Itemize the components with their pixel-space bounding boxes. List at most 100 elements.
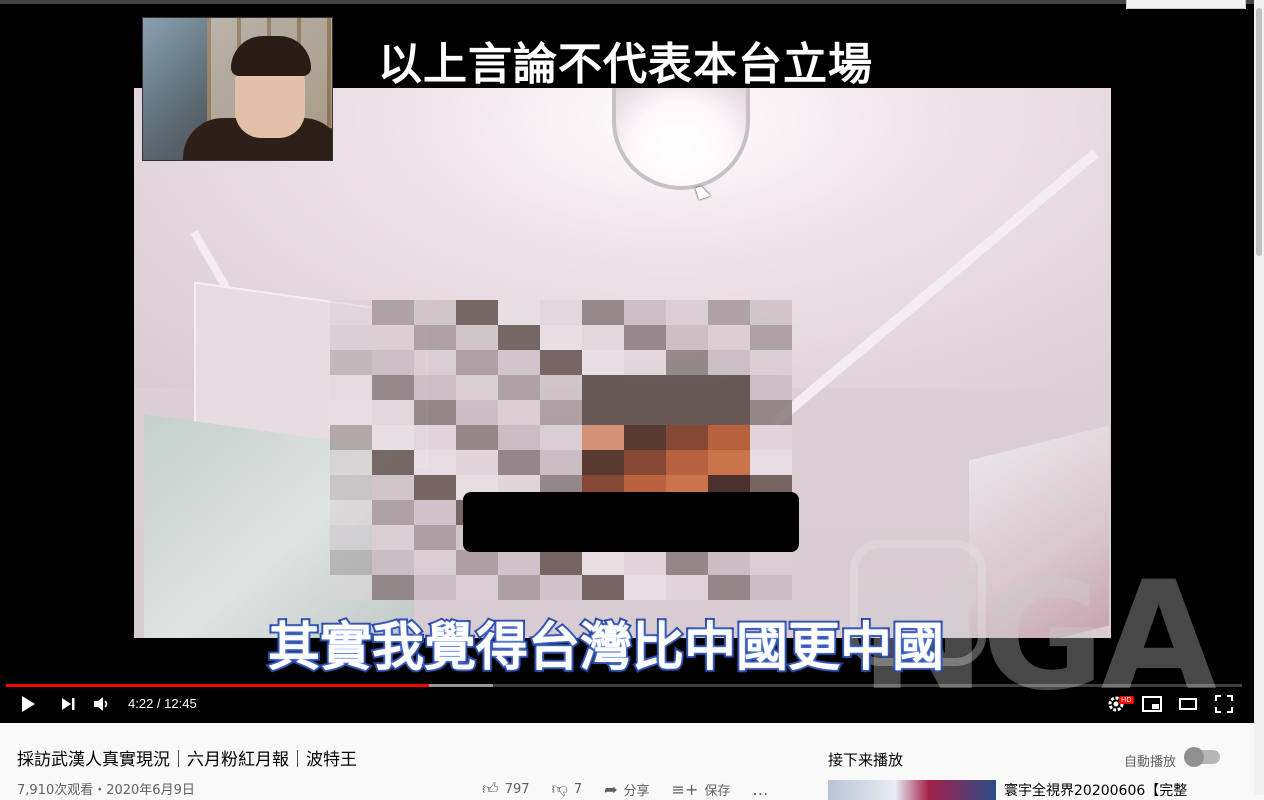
- mosaic-block: [372, 350, 414, 375]
- mosaic-block: [540, 400, 582, 425]
- save-label: 保存: [704, 783, 731, 799]
- mosaic-block: [414, 450, 456, 475]
- mosaic-block: [750, 375, 792, 400]
- mosaic-block: [414, 475, 456, 500]
- mosaic-block: [372, 425, 414, 450]
- mosaic-block: [708, 450, 750, 475]
- mosaic-block: [708, 375, 750, 400]
- mosaic-block: [666, 400, 708, 425]
- hd-badge: HD: [1119, 696, 1134, 704]
- share-label: 分享: [623, 783, 650, 799]
- mosaic-block: [750, 300, 792, 325]
- mosaic-block: [624, 450, 666, 475]
- mosaic-block: [750, 425, 792, 450]
- mosaic-block: [372, 375, 414, 400]
- mosaic-block: [372, 475, 414, 500]
- mosaic-block: [330, 325, 372, 350]
- mosaic-block: [498, 300, 540, 325]
- related-video-title[interactable]: 寰宇全視界20200606【完整: [1004, 780, 1187, 800]
- mosaic-block: [498, 325, 540, 350]
- mosaic-block: [498, 575, 540, 600]
- mosaic-block: [582, 325, 624, 350]
- mosaic-block: [708, 550, 750, 575]
- autoplay-toggle[interactable]: [1184, 747, 1220, 767]
- theater-mode-button[interactable]: [1178, 694, 1198, 714]
- up-next-heading: 接下来播放: [828, 751, 904, 769]
- mosaic-block: [414, 375, 456, 400]
- dislike-button[interactable]: 👎︎ 7: [552, 779, 583, 799]
- mosaic-block: [330, 450, 372, 475]
- next-button[interactable]: [58, 694, 78, 714]
- mosaic-block: [414, 525, 456, 550]
- like-count: 797: [504, 781, 530, 797]
- toggle-knob: [1184, 747, 1204, 767]
- share-button[interactable]: ➦ 分享: [604, 779, 649, 799]
- host-picture-in-picture: [142, 17, 333, 161]
- mosaic-block: [708, 350, 750, 375]
- time-display: 4:22 / 12:45: [128, 696, 197, 711]
- mosaic-block: [750, 400, 792, 425]
- censor-bar: [463, 492, 799, 552]
- save-button[interactable]: ≡+ 保存: [672, 779, 731, 799]
- mosaic-block: [498, 350, 540, 375]
- mosaic-block: [624, 375, 666, 400]
- mosaic-block: [330, 400, 372, 425]
- mosaic-block: [708, 575, 750, 600]
- theater-icon: [1179, 698, 1197, 710]
- mosaic-block: [582, 350, 624, 375]
- thumbs-up-icon: 👍︎: [482, 779, 499, 798]
- mosaic-block: [540, 350, 582, 375]
- fullscreen-button[interactable]: [1214, 694, 1234, 714]
- volume-icon: [94, 697, 108, 711]
- browser-extension-icons[interactable]: [1126, 0, 1246, 9]
- mosaic-block: [372, 300, 414, 325]
- mosaic-block: [624, 550, 666, 575]
- mosaic-block: [414, 400, 456, 425]
- mosaic-block: [372, 550, 414, 575]
- mosaic-block: [582, 550, 624, 575]
- subtitle-caption: 其實我覺得台灣比中國更中國: [266, 616, 946, 680]
- dislike-count: 7: [573, 781, 583, 797]
- mosaic-block: [414, 500, 456, 525]
- mosaic-block: [372, 450, 414, 475]
- miniplayer-button[interactable]: [1142, 694, 1162, 714]
- progress-bar[interactable]: [6, 684, 1242, 687]
- like-button[interactable]: 👍︎ 797: [482, 779, 530, 799]
- mosaic-block: [750, 325, 792, 350]
- volume-button[interactable]: [92, 694, 112, 714]
- video-actions: 👍︎ 797 👎︎ 7 ➦ 分享 ≡+ 保存 …: [482, 779, 790, 799]
- related-video-thumbnail[interactable]: [828, 780, 996, 800]
- mosaic-block: [624, 300, 666, 325]
- mosaic-block: [456, 300, 498, 325]
- top-caption: 以上言論不代表本台立場: [378, 39, 873, 90]
- mosaic-block: [666, 550, 708, 575]
- mosaic-block: [540, 375, 582, 400]
- share-icon: ➦: [604, 779, 618, 799]
- mosaic-block: [666, 375, 708, 400]
- next-icon: [62, 698, 75, 710]
- mosaic-block: [414, 550, 456, 575]
- mosaic-block: [456, 375, 498, 400]
- mosaic-block: [330, 425, 372, 450]
- video-player[interactable]: NGA 以上言論不代表本台立場 其實我覺得台灣比中國更中國 4:22 / 12:…: [0, 0, 1254, 723]
- mosaic-block: [498, 550, 540, 575]
- play-button[interactable]: [18, 694, 38, 714]
- page-scrollbar[interactable]: [1254, 0, 1264, 795]
- mosaic-block: [330, 350, 372, 375]
- mosaic-block: [624, 350, 666, 375]
- mosaic-block: [624, 575, 666, 600]
- pixelated-face: [330, 300, 830, 640]
- more-actions-button[interactable]: …: [752, 779, 768, 799]
- mosaic-block: [540, 425, 582, 450]
- thumbs-down-icon: 👎︎: [551, 779, 568, 798]
- mosaic-block: [330, 550, 372, 575]
- mosaic-block: [498, 425, 540, 450]
- mosaic-block: [624, 425, 666, 450]
- mosaic-block: [330, 375, 372, 400]
- player-controls: 4:22 / 12:45: [0, 680, 1254, 723]
- mosaic-block: [414, 300, 456, 325]
- video-title: 採訪武漢人真實現況｜六月粉紅月報｜波特王: [17, 750, 357, 770]
- scrollbar-thumb[interactable]: [1256, 8, 1262, 256]
- mosaic-block: [414, 350, 456, 375]
- mosaic-block: [540, 450, 582, 475]
